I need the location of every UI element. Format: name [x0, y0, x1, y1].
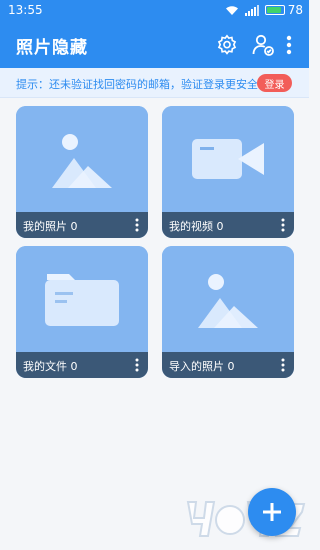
more-vertical-icon[interactable]: [135, 358, 139, 372]
tile-my-files[interactable]: 我的文件 0: [16, 246, 148, 378]
status-bar: 13:55 78: [0, 0, 309, 22]
user-check-icon[interactable]: [250, 32, 276, 58]
more-vertical-icon[interactable]: [135, 218, 139, 232]
wifi-icon: [225, 5, 238, 15]
tile-label: 我的视频 0: [169, 220, 224, 233]
login-button[interactable]: 登录: [257, 74, 292, 92]
tile-label: 我的文件 0: [23, 360, 78, 373]
video-camera-icon: [162, 106, 294, 212]
more-vertical-icon[interactable]: [281, 218, 285, 232]
tile-label: 导入的照片 0: [169, 360, 235, 373]
app-bar: 照片隐藏: [0, 22, 309, 68]
tile-label: 我的照片 0: [23, 220, 78, 233]
image-icon: [16, 106, 148, 212]
folder-icon: [16, 246, 148, 352]
notice-text: 提示：还未验证找回密码的邮箱，验证登录更安全: [16, 78, 258, 91]
tile-bar: 我的文件 0: [16, 352, 148, 378]
email-verify-notice: 提示：还未验证找回密码的邮箱，验证登录更安全 登录: [0, 68, 309, 98]
status-icons: 78: [225, 3, 303, 17]
tile-my-videos[interactable]: 我的视频 0: [162, 106, 294, 238]
plus-icon: [263, 503, 281, 521]
tile-bar: 我的照片 0: [16, 212, 148, 238]
battery-level: 78: [287, 3, 303, 17]
tile-bar: 导入的照片 0: [162, 352, 294, 378]
battery-indicator: 78: [264, 3, 303, 17]
signal-icon: [244, 4, 259, 16]
status-time: 13:55: [8, 3, 43, 17]
tile-my-photos[interactable]: 我的照片 0: [16, 106, 148, 238]
add-button[interactable]: [248, 488, 296, 536]
top-bar: 13:55 78 照片隐藏: [0, 0, 309, 68]
more-vertical-icon[interactable]: [281, 32, 297, 58]
more-vertical-icon[interactable]: [281, 358, 285, 372]
battery-icon: [264, 5, 285, 15]
gear-icon[interactable]: [214, 32, 240, 58]
tile-bar: 我的视频 0: [162, 212, 294, 238]
app-title: 照片隐藏: [16, 38, 88, 58]
image-icon: [162, 246, 294, 352]
tile-imported-photos[interactable]: 导入的照片 0: [162, 246, 294, 378]
